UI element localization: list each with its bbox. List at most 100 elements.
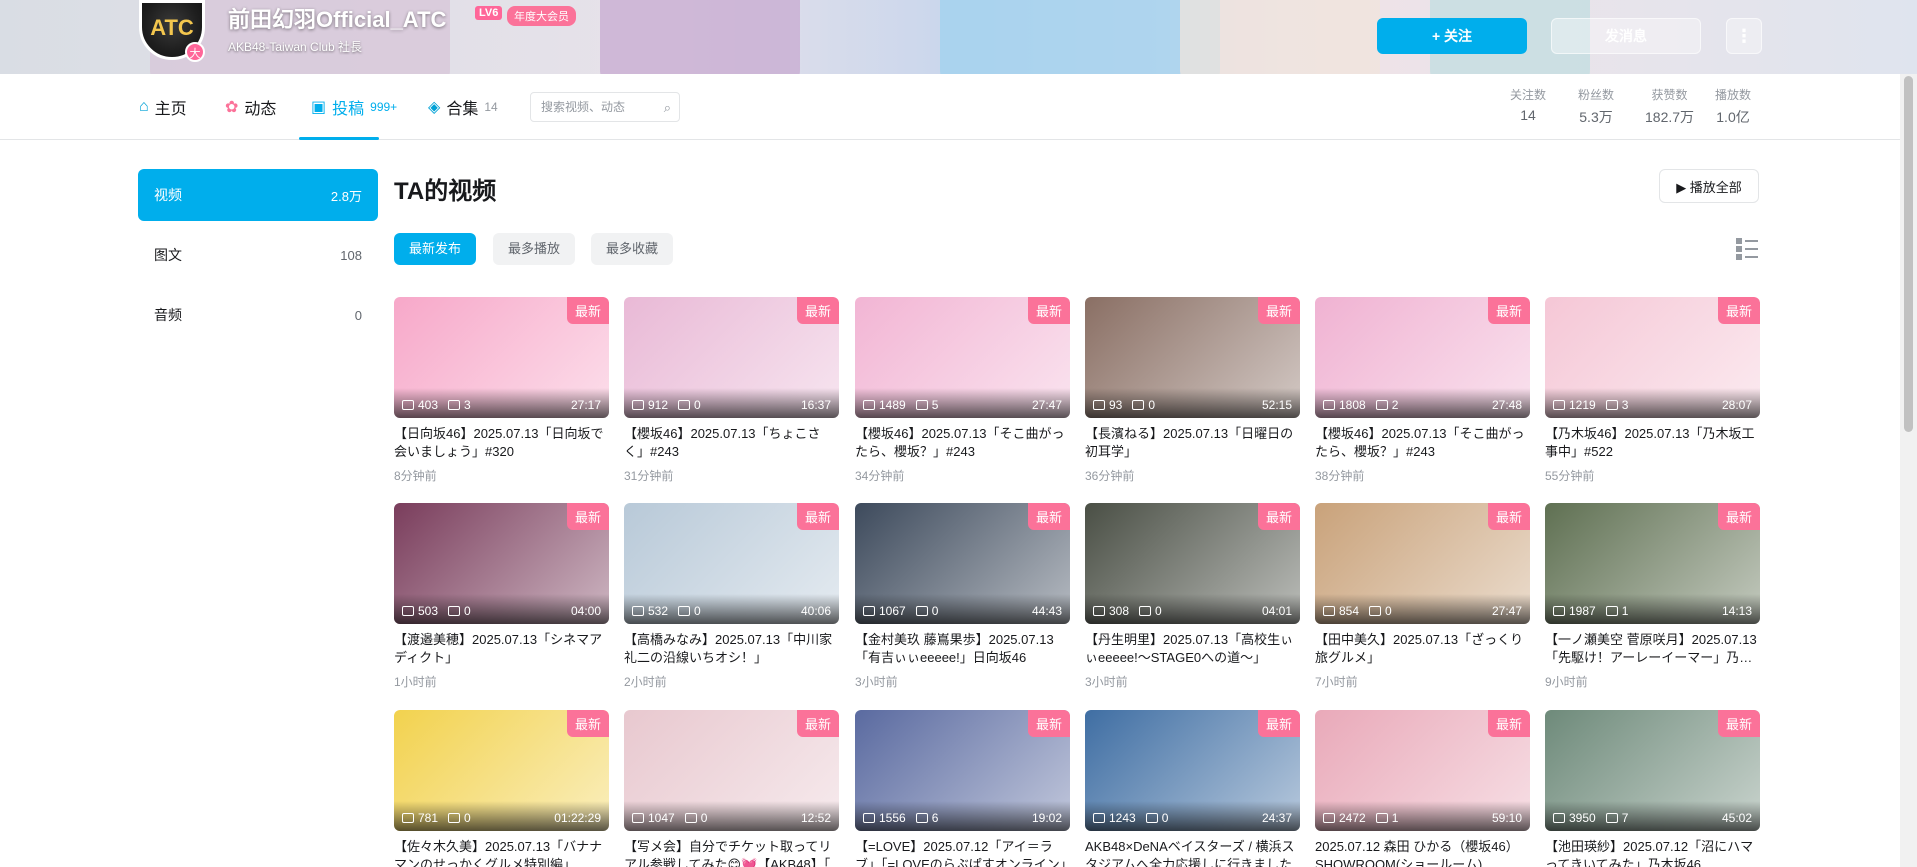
danmaku-count: 3 bbox=[1621, 398, 1629, 412]
video-thumbnail[interactable]: 最新 2472 1 59:10 bbox=[1315, 710, 1530, 831]
video-title[interactable]: 【長濱ねる】2025.07.13「日曜日の初耳学」 bbox=[1085, 425, 1300, 461]
video-thumbnail[interactable]: 最新 912 0 16:37 bbox=[624, 297, 839, 418]
sidebar-item-label: 视频 bbox=[154, 187, 182, 203]
tab-label: 投稿 bbox=[332, 101, 365, 118]
video-thumbnail[interactable]: 最新 308 0 04:01 bbox=[1085, 503, 1300, 624]
video-duration: 27:47 bbox=[1491, 604, 1522, 618]
video-title[interactable]: 【日向坂46】2025.07.13「日向坂で会いましょう」#320 bbox=[394, 425, 609, 461]
thumbnail-stats: 912 0 16:37 bbox=[624, 388, 839, 418]
video-card[interactable]: 最新 1243 0 24:37 AKB48×DeNAベイスターズ / 横浜スタジアムへ全… bbox=[1085, 710, 1300, 867]
sort-most-played[interactable]: 最多播放 bbox=[493, 233, 576, 265]
video-thumbnail[interactable]: 最新 532 0 40:06 bbox=[624, 503, 839, 624]
danmaku-icon bbox=[1605, 606, 1618, 616]
stat-value: 14 bbox=[1520, 107, 1536, 123]
video-thumbnail[interactable]: 最新 403 3 27:17 bbox=[394, 297, 609, 418]
video-title[interactable]: 【櫻坂46】2025.07.13「そこ曲がったら、櫻坂？」#243 bbox=[855, 425, 1070, 461]
video-card[interactable]: 最新 854 0 27:47 【田中美久】2025.07.13「ざっくり旅グルメ」 7小时… bbox=[1315, 503, 1530, 690]
video-duration: 59:10 bbox=[1491, 811, 1522, 825]
view-count: 1489 bbox=[879, 398, 906, 412]
publish-time: 1小时前 bbox=[394, 675, 437, 689]
video-title[interactable]: 【池田瑛紗】2025.07.12「沼にハマってきいてみた」乃木坂46 bbox=[1545, 838, 1760, 867]
video-thumbnail[interactable]: 最新 1489 5 27:47 bbox=[855, 297, 1070, 418]
video-card[interactable]: 最新 308 0 04:01 【丹生明里】2025.07.13「高校生ぃぃeeeee!〜… bbox=[1085, 503, 1300, 690]
video-card[interactable]: 最新 93 0 52:15 【長濱ねる】2025.07.13「日曜日の初耳学」 36分钟前 bbox=[1085, 297, 1300, 484]
video-card[interactable]: 最新 3950 7 45:02 【池田瑛紗】2025.07.12「沼にハマってきいてみた… bbox=[1545, 710, 1760, 867]
video-card[interactable]: 最新 403 3 27:17 【日向坂46】2025.07.13「日向坂で会いましょう」… bbox=[394, 297, 609, 484]
video-title[interactable]: 【櫻坂46】2025.07.13「ちょこさく」#243 bbox=[624, 425, 839, 461]
video-card[interactable]: 最新 1219 3 28:07 【乃木坂46】2025.07.13「乃木坂工事中」#52… bbox=[1545, 297, 1760, 484]
video-thumbnail[interactable]: 最新 781 0 01:22:29 bbox=[394, 710, 609, 831]
video-thumbnail[interactable]: 最新 93 0 52:15 bbox=[1085, 297, 1300, 418]
view-count: 912 bbox=[648, 398, 669, 412]
video-title[interactable]: 【=LOVE】2025.07.12「アイ＝ラブ」「=LOVEのらぶぱすオンライン… bbox=[855, 838, 1070, 867]
play-count-icon bbox=[1553, 400, 1565, 410]
video-card[interactable]: 最新 1489 5 27:47 【櫻坂46】2025.07.13「そこ曲がったら、櫻坂？… bbox=[855, 297, 1070, 484]
video-card[interactable]: 最新 1808 2 27:48 【櫻坂46】2025.07.13「そこ曲がったら、櫻坂？… bbox=[1315, 297, 1530, 484]
video-thumbnail[interactable]: 最新 1556 6 19:02 bbox=[855, 710, 1070, 831]
new-badge: 最新 bbox=[1717, 710, 1760, 737]
list-view-icon[interactable] bbox=[1736, 238, 1758, 260]
video-duration: 19:02 bbox=[1031, 811, 1062, 825]
video-thumbnail[interactable]: 最新 1067 0 44:43 bbox=[855, 503, 1070, 624]
video-thumbnail[interactable]: 最新 854 0 27:47 bbox=[1315, 503, 1530, 624]
video-thumbnail[interactable]: 最新 1243 0 24:37 bbox=[1085, 710, 1300, 831]
video-card[interactable]: 最新 1067 0 44:43 【金村美玖 藤嶌果歩】2025.07.13「有吉ぃぃee… bbox=[855, 503, 1070, 690]
video-thumbnail[interactable]: 最新 503 0 04:00 bbox=[394, 503, 609, 624]
video-thumbnail[interactable]: 最新 1808 2 27:48 bbox=[1315, 297, 1530, 418]
video-title[interactable]: 【田中美久】2025.07.13「ざっくり旅グルメ」 bbox=[1315, 631, 1530, 667]
play-count-icon bbox=[863, 400, 875, 410]
search-box[interactable]: ⌕ bbox=[530, 92, 680, 122]
video-thumbnail[interactable]: 最新 1047 0 12:52 bbox=[624, 710, 839, 831]
sort-most-favorited[interactable]: 最多收藏 bbox=[591, 233, 674, 265]
tab-uploads[interactable]: ▣ 投稿 999+ bbox=[311, 74, 397, 140]
video-title[interactable]: AKB48×DeNAベイスターズ / 横浜スタジアムへ全力応援しに行きました bbox=[1085, 838, 1300, 867]
video-title[interactable]: 【乃木坂46】2025.07.13「乃木坂工事中」#522 bbox=[1545, 425, 1760, 461]
video-duration: 27:17 bbox=[570, 398, 601, 412]
sidebar-item-article[interactable]: 图文 108 bbox=[138, 229, 378, 281]
video-title[interactable]: 【渡邉美穂】2025.07.13「シネマアディクト」 bbox=[394, 631, 609, 667]
tab-collections[interactable]: ◈ 合集 14 bbox=[428, 74, 498, 140]
search-icon[interactable]: ⌕ bbox=[664, 100, 671, 116]
danmaku-count: 6 bbox=[931, 811, 939, 825]
video-thumbnail[interactable]: 最新 1987 1 14:13 bbox=[1545, 503, 1760, 624]
video-card[interactable]: 最新 912 0 16:37 【櫻坂46】2025.07.13「ちょこさく」#243 31… bbox=[624, 297, 839, 484]
video-thumbnail[interactable]: 最新 3950 7 45:02 bbox=[1545, 710, 1760, 831]
more-options-button[interactable]: ⋮ bbox=[1726, 18, 1762, 54]
message-button[interactable]: 发消息 bbox=[1551, 18, 1701, 54]
video-title[interactable]: 【佐々木久美】2025.07.13「バナナマンのせっかくグルメ特別編」 bbox=[394, 838, 609, 867]
publish-time: 9小时前 bbox=[1545, 675, 1588, 689]
video-title[interactable]: 【櫻坂46】2025.07.13「そこ曲がったら、櫻坂？」#243 bbox=[1315, 425, 1530, 461]
sidebar-item-audio[interactable]: 音频 0 bbox=[138, 289, 378, 341]
video-duration: 40:06 bbox=[800, 604, 831, 618]
video-card[interactable]: 最新 1987 1 14:13 【一ノ瀬美空 菅原咲月】2025.07.13「先駆け！ア… bbox=[1545, 503, 1760, 690]
video-card[interactable]: 最新 1556 6 19:02 【=LOVE】2025.07.12「アイ＝ラブ」「=LO… bbox=[855, 710, 1070, 867]
stat-fans[interactable]: 粉丝数 5.3万 bbox=[1578, 86, 1614, 127]
follow-button[interactable]: + 关注 bbox=[1377, 18, 1527, 54]
danmaku-icon bbox=[915, 813, 928, 823]
video-title[interactable]: 2025.07.12 森田 ひかる（櫻坂46）SHOWROOM(ショールーム) bbox=[1315, 838, 1530, 867]
scrollbar[interactable] bbox=[1900, 74, 1917, 867]
scrollbar-thumb[interactable] bbox=[1904, 76, 1913, 432]
sort-latest[interactable]: 最新发布 bbox=[394, 233, 477, 265]
video-thumbnail[interactable]: 最新 1219 3 28:07 bbox=[1545, 297, 1760, 418]
sidebar-item-video[interactable]: 视频 2.8万 bbox=[138, 169, 378, 221]
video-card[interactable]: 最新 503 0 04:00 【渡邉美穂】2025.07.13「シネマアディクト」 1小时… bbox=[394, 503, 609, 690]
video-title[interactable]: 【丹生明里】2025.07.13「高校生ぃぃeeeee!〜STAGE0への道〜」 bbox=[1085, 631, 1300, 667]
play-count-icon bbox=[1553, 606, 1565, 616]
tab-label: 合集 bbox=[446, 101, 479, 118]
video-card[interactable]: 最新 2472 1 59:10 2025.07.12 森田 ひかる（櫻坂46）SHOWR… bbox=[1315, 710, 1530, 867]
video-title[interactable]: 【金村美玖 藤嶌果歩】2025.07.13「有吉ぃぃeeeee!」日向坂46 bbox=[855, 631, 1070, 667]
video-title[interactable]: 【一ノ瀬美空 菅原咲月】2025.07.13「先駆け！アーレーイーマー」乃木坂4… bbox=[1545, 631, 1760, 667]
play-all-button[interactable]: ▶ 播放全部 bbox=[1659, 169, 1759, 203]
search-input[interactable] bbox=[531, 93, 651, 121]
tab-dynamic[interactable]: ✿ 动态 bbox=[225, 74, 276, 140]
view-count: 1987 bbox=[1569, 604, 1596, 618]
thumbnail-stats: 854 0 27:47 bbox=[1315, 594, 1530, 624]
video-card[interactable]: 最新 781 0 01:22:29 【佐々木久美】2025.07.13「バナナマンのせっ… bbox=[394, 710, 609, 867]
video-card[interactable]: 最新 532 0 40:06 【高橋みなみ】2025.07.13「中川家礼二の沿線いちオ… bbox=[624, 503, 839, 690]
video-title[interactable]: 【高橋みなみ】2025.07.13「中川家礼二の沿線いちオシ！」 bbox=[624, 631, 839, 667]
tab-home[interactable]: ⌂ 主页 bbox=[139, 74, 187, 140]
stat-following[interactable]: 关注数 14 bbox=[1510, 86, 1546, 123]
video-title[interactable]: 【写メ会】自分でチケット取ってリアル参戦してみた😊💓【AKB48】「 bbox=[624, 838, 839, 867]
video-card[interactable]: 最新 1047 0 12:52 【写メ会】自分でチケット取ってリアル参戦してみた😊💓【A… bbox=[624, 710, 839, 867]
